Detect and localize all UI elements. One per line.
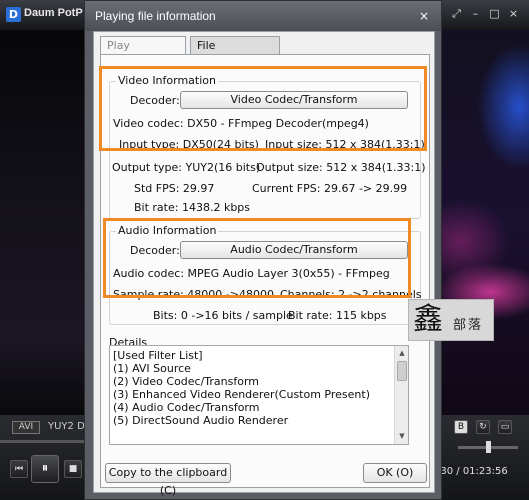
tab-file-information[interactable]: File Information <box>190 36 280 69</box>
audio-bit-rate: Bit rate: 115 kbps <box>288 309 387 322</box>
pip-icon[interactable]: ▭ <box>498 420 512 434</box>
list-item: (5) DirectSound Audio Renderer <box>113 414 289 427</box>
list-item: (1) AVI Source <box>113 362 191 375</box>
repeat-icon[interactable]: ↻ <box>476 420 490 434</box>
minimize-icon[interactable]: – <box>468 6 483 21</box>
video-area-left <box>0 30 84 415</box>
video-highlight-box <box>99 66 427 151</box>
filter-list-box[interactable]: [Used Filter List] (1) AVI Source (2) Vi… <box>109 345 409 445</box>
close-icon[interactable]: × <box>506 6 521 21</box>
volume-knob[interactable] <box>486 441 491 453</box>
dialog-title: Playing file information <box>95 9 216 23</box>
video-bit-rate: Bit rate: 1438.2 kbps <box>134 201 251 214</box>
filter-list: [Used Filter List] (1) AVI Source (2) Vi… <box>113 349 393 427</box>
scroll-up-icon[interactable]: ▲ <box>396 347 408 359</box>
watermark-glyph: 鑫 <box>413 302 443 337</box>
player-app-name: Daum PotP <box>24 7 83 19</box>
list-item: (4) Audio Codec/Transform <box>113 401 260 414</box>
maximize-icon[interactable]: □ <box>487 6 502 21</box>
scroll-down-icon[interactable]: ▼ <box>396 430 408 442</box>
copy-to-clipboard-button[interactable]: Copy to the clipboard (C) <box>105 463 231 497</box>
list-item: [Used Filter List] <box>113 349 203 362</box>
filter-list-scrollbar[interactable]: ▲ ▼ <box>394 346 408 444</box>
time-readout: :30 / 01:23:56 <box>437 466 508 477</box>
video-output-size: Output size: 512 x 384(1.33:1) <box>256 161 426 174</box>
fullscreen-icon[interactable]: ⤢ <box>449 6 464 21</box>
potplayer-logo-icon: D <box>6 7 21 22</box>
audio-bits: Bits: 0 ->16 bits / sample <box>153 309 293 322</box>
video-area-right <box>432 30 529 415</box>
list-item: (2) Video Codec/Transform <box>113 375 260 388</box>
watermark-logo: 鑫 部落 <box>408 299 494 341</box>
audio-highlight-box <box>103 218 411 298</box>
video-current-fps: Current FPS: 29.67 -> 29.99 <box>252 182 408 195</box>
tab-play-information[interactable]: Play information <box>100 36 186 69</box>
format-text: YUY2 D <box>48 421 85 432</box>
scroll-thumb[interactable] <box>397 361 407 381</box>
previous-icon[interactable]: ⏮ <box>10 460 28 478</box>
watermark-text: 部落 <box>453 318 484 333</box>
dialog-close-icon[interactable]: × <box>417 9 431 23</box>
format-badge: AVI <box>12 421 40 434</box>
ok-button[interactable]: OK (O) <box>363 463 427 483</box>
video-std-fps: Std FPS: 29.97 <box>134 182 215 195</box>
list-item: (3) Enhanced Video Renderer(Custom Prese… <box>113 388 370 401</box>
stop-icon[interactable]: ■ <box>64 460 82 478</box>
seek-bar[interactable] <box>0 440 88 443</box>
dialog-titlebar: Playing file information × <box>85 1 441 31</box>
video-output-type: Output type: YUY2(16 bits) <box>112 161 261 174</box>
pause-button[interactable]: ⏸ <box>31 455 59 483</box>
b-badge-icon[interactable]: B <box>454 420 468 434</box>
